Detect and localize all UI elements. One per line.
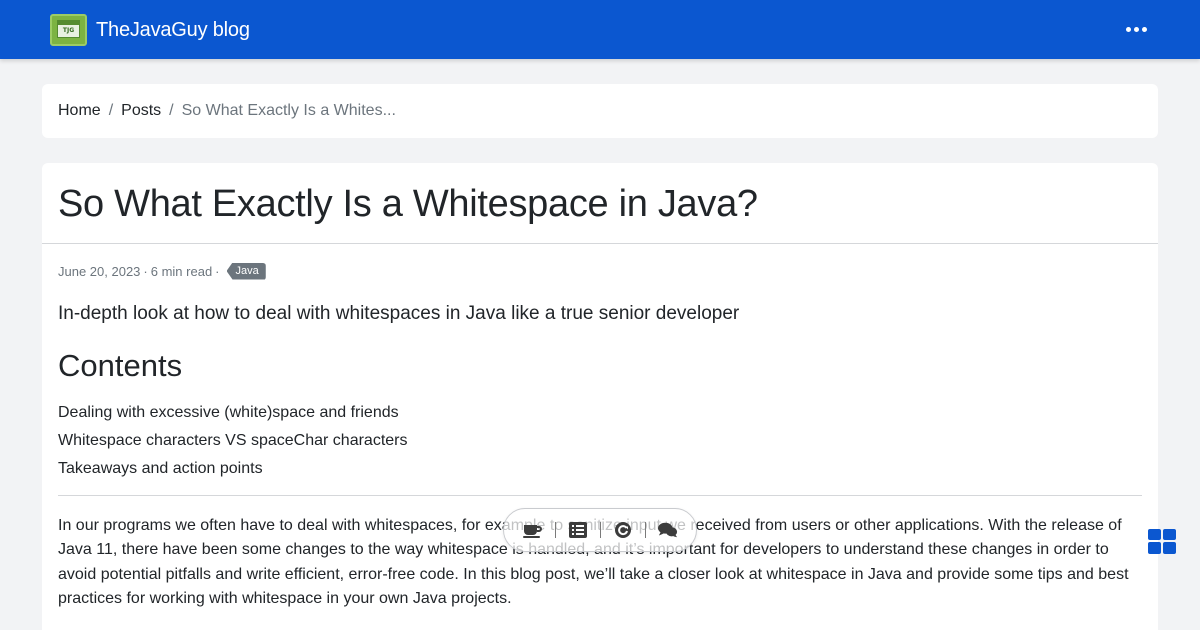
meta-separator: · <box>215 263 220 279</box>
floating-toolbar <box>503 508 697 552</box>
breadcrumb-separator: / <box>169 102 174 119</box>
breadcrumb: Home / Posts / So What Exactly Is a Whit… <box>42 84 1158 138</box>
title-divider <box>42 243 1158 244</box>
post-date: June 20, 2023 <box>58 263 141 279</box>
logo-text: TJG <box>62 27 75 34</box>
list-icon[interactable] <box>568 520 588 540</box>
blog-logo: TJG <box>50 14 87 46</box>
comments-icon[interactable] <box>657 520 678 540</box>
breadcrumb-separator: / <box>108 102 114 119</box>
more-horizontal-icon-dot <box>1133 26 1139 32</box>
brand-name: TheJavaGuy blog <box>96 18 250 41</box>
top-navbar: TJG TheJavaGuy blog <box>0 0 1200 59</box>
toc-item: Takeaways and action points <box>58 459 407 487</box>
table-of-contents: Dealing with excessive (white)space and … <box>58 403 407 487</box>
brand-link[interactable]: TJG TheJavaGuy blog <box>50 14 250 46</box>
toc-link[interactable]: Dealing with excessive (white)space and … <box>58 404 399 421</box>
article-lead: In-depth look at how to deal with whites… <box>58 303 740 324</box>
breadcrumb-current: So What Exactly Is a Whites... <box>181 102 396 119</box>
meta-separator: · <box>143 263 148 279</box>
read-time: 6 min read <box>150 263 213 279</box>
toolbar-separator <box>644 522 646 538</box>
page-title: So What Exactly Is a Whitespace in Java? <box>58 183 758 225</box>
toolbar-separator <box>599 522 601 538</box>
refresh-icon[interactable] <box>613 520 633 540</box>
toolbar-separator <box>554 522 556 538</box>
content-divider <box>58 495 1142 496</box>
toc-link[interactable]: Takeaways and action points <box>58 460 263 477</box>
breadcrumb-home[interactable]: Home <box>58 102 101 120</box>
breadcrumb-posts[interactable]: Posts <box>121 102 161 120</box>
coffee-icon[interactable] <box>522 520 543 540</box>
post-meta: June 20, 2023 · 6 min read · Java <box>58 261 266 281</box>
more-horizontal-icon-dot <box>1125 26 1131 32</box>
tag-badge[interactable]: Java <box>226 262 266 280</box>
article-card: So What Exactly Is a Whitespace in Java?… <box>42 163 1158 630</box>
more-menu-button[interactable] <box>1122 19 1150 39</box>
toc-item: Dealing with excessive (white)space and … <box>58 403 407 431</box>
toc-link[interactable]: Whitespace characters VS spaceChar chara… <box>58 432 407 449</box>
contents-heading: Contents <box>58 348 183 383</box>
windows-grid-icon[interactable] <box>1148 529 1176 554</box>
toc-item: Whitespace characters VS spaceChar chara… <box>58 431 407 459</box>
more-horizontal-icon-dot <box>1141 26 1147 32</box>
